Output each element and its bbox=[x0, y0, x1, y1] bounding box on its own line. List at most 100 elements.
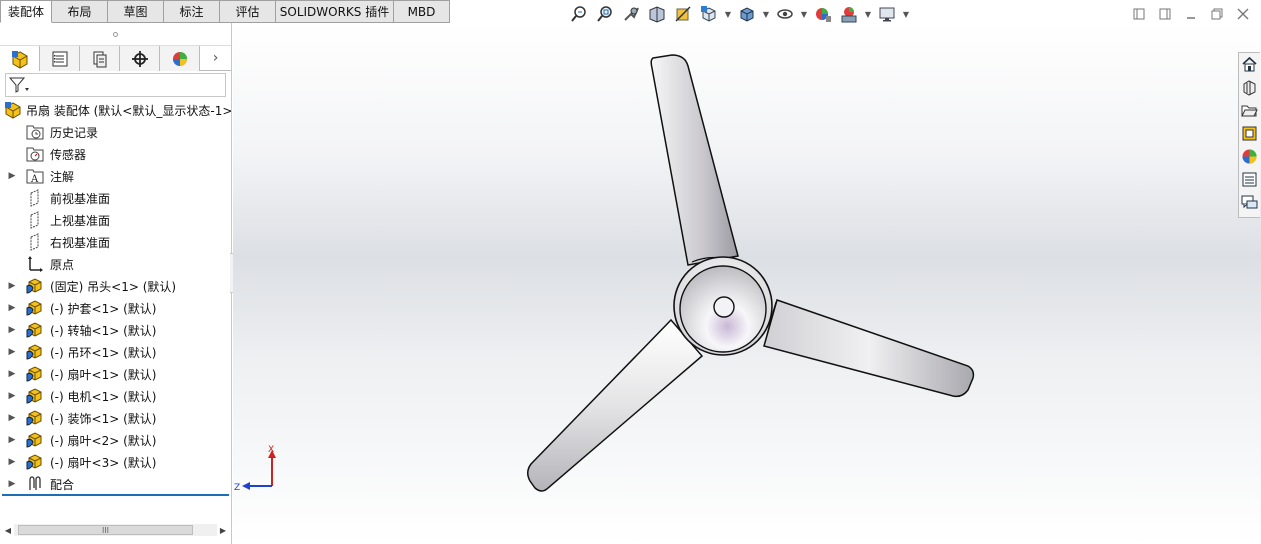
rollback-bar[interactable] bbox=[2, 494, 229, 496]
scroll-left-icon[interactable]: ◀ bbox=[2, 523, 14, 537]
restore-left-icon[interactable] bbox=[1131, 6, 1147, 22]
restore-right-icon[interactable] bbox=[1157, 6, 1173, 22]
tree-item[interactable]: ▶ (-) 扇叶<2> (默认) bbox=[0, 429, 231, 451]
forum-icon[interactable] bbox=[1239, 191, 1260, 214]
assembly-icon bbox=[4, 101, 22, 119]
minimize-icon[interactable] bbox=[1183, 6, 1199, 22]
tab-layout[interactable]: 布局 bbox=[52, 0, 108, 23]
custom-properties-icon[interactable] bbox=[1239, 168, 1260, 191]
tree-item[interactable]: 上视基准面 bbox=[0, 209, 231, 231]
expand-arrow-icon[interactable]: ▶ bbox=[7, 363, 17, 385]
expand-arrow-icon[interactable]: ▶ bbox=[7, 473, 17, 495]
tab-markup[interactable]: 标注 bbox=[164, 0, 220, 23]
plane-icon bbox=[26, 211, 44, 229]
appearances-icon[interactable] bbox=[1239, 145, 1260, 168]
triad-z-label: Z bbox=[234, 483, 240, 493]
dimxpertmanager-icon[interactable] bbox=[120, 46, 160, 71]
panel-grip[interactable] bbox=[0, 23, 231, 45]
tab-evaluate[interactable]: 评估 bbox=[220, 0, 276, 23]
expand-arrow-icon[interactable]: ▶ bbox=[7, 275, 17, 297]
section-view-icon[interactable] bbox=[646, 4, 668, 24]
chevron-right-icon[interactable]: › bbox=[200, 46, 231, 70]
scroll-track[interactable]: III bbox=[14, 524, 217, 536]
tree-item[interactable]: ▶ A 注解 bbox=[0, 165, 231, 187]
tree-item-label: 配合 bbox=[50, 477, 75, 492]
chevron-down-icon[interactable]: ▼ bbox=[800, 4, 808, 24]
tree-item[interactable]: ▶ (-) 装饰<1> (默认) bbox=[0, 407, 231, 429]
design-library-icon[interactable] bbox=[1239, 76, 1260, 99]
plane-icon bbox=[26, 233, 44, 251]
tree-item[interactable]: ▶ (-) 护套<1> (默认) bbox=[0, 297, 231, 319]
zoom-to-fit-icon[interactable] bbox=[568, 4, 590, 24]
tree-item[interactable]: 原点 bbox=[0, 253, 231, 275]
scroll-thumb[interactable]: III bbox=[18, 525, 193, 535]
ceiling-fan-model[interactable] bbox=[233, 23, 1261, 544]
graphics-area[interactable]: X Z bbox=[233, 23, 1261, 544]
zoom-to-area-icon[interactable] bbox=[594, 4, 616, 24]
fan-blade-2 bbox=[763, 299, 975, 398]
tree-item[interactable]: 传感器 bbox=[0, 143, 231, 165]
chevron-down-icon[interactable]: ▼ bbox=[724, 4, 732, 24]
filter-icon[interactable] bbox=[8, 76, 30, 94]
part-icon bbox=[26, 343, 44, 361]
expand-arrow-icon[interactable]: ▶ bbox=[7, 385, 17, 407]
tree-item[interactable]: 历史记录 bbox=[0, 121, 231, 143]
view-settings-icon[interactable] bbox=[876, 4, 898, 24]
edit-appearance-icon[interactable] bbox=[812, 4, 834, 24]
featuremanager-icon[interactable] bbox=[0, 46, 40, 71]
tree-item[interactable]: ▶ (固定) 吊头<1> (默认) bbox=[0, 275, 231, 297]
display-style-icon[interactable] bbox=[736, 4, 758, 24]
scroll-right-icon[interactable]: ▶ bbox=[217, 523, 229, 537]
chevron-down-icon[interactable]: ▼ bbox=[864, 4, 872, 24]
maximize-icon[interactable] bbox=[1209, 6, 1225, 22]
part-icon bbox=[26, 431, 44, 449]
tab-assembly[interactable]: 装配体 bbox=[0, 0, 52, 23]
tree-root[interactable]: 吊扇 装配体 (默认<默认_显示状态-1>) bbox=[0, 99, 231, 121]
displaymanager-icon[interactable] bbox=[160, 46, 200, 71]
expand-arrow-icon[interactable]: ▶ bbox=[7, 297, 17, 319]
home-icon[interactable] bbox=[1239, 53, 1260, 76]
tree-item[interactable]: ▶ (-) 扇叶<3> (默认) bbox=[0, 451, 231, 473]
mates-icon bbox=[26, 475, 44, 493]
tree-item-label: 注解 bbox=[50, 169, 75, 184]
horizontal-scrollbar[interactable]: ◀ III ▶ bbox=[2, 523, 229, 537]
tab-mbd[interactable]: MBD bbox=[394, 0, 450, 23]
fan-blade-1 bbox=[650, 54, 739, 266]
tree-item[interactable]: ▶ 配合 bbox=[0, 473, 231, 495]
tree-item[interactable]: ▶ (-) 吊环<1> (默认) bbox=[0, 341, 231, 363]
expand-arrow-icon[interactable]: ▶ bbox=[7, 451, 17, 473]
file-explorer-icon[interactable] bbox=[1239, 99, 1260, 122]
chevron-down-icon[interactable]: ▼ bbox=[902, 4, 910, 24]
tree-item-label: 原点 bbox=[50, 257, 75, 272]
view-palette-icon[interactable] bbox=[1239, 122, 1260, 145]
tab-sketch[interactable]: 草图 bbox=[108, 0, 164, 23]
sensor-icon bbox=[26, 145, 44, 163]
plane-icon bbox=[26, 189, 44, 207]
tree-item[interactable]: ▶ (-) 电机<1> (默认) bbox=[0, 385, 231, 407]
part-icon bbox=[26, 409, 44, 427]
propertymanager-icon[interactable] bbox=[40, 46, 80, 71]
view-orientation-icon[interactable] bbox=[698, 4, 720, 24]
fan-blade-3 bbox=[527, 318, 704, 492]
hide-show-items-icon[interactable] bbox=[774, 4, 796, 24]
tree-item[interactable]: 右视基准面 bbox=[0, 231, 231, 253]
tree-item-label: 前视基准面 bbox=[50, 191, 111, 206]
tree-item-label: 传感器 bbox=[50, 147, 87, 162]
tree-item[interactable]: ▶ (-) 转轴<1> (默认) bbox=[0, 319, 231, 341]
tree-item[interactable]: 前视基准面 bbox=[0, 187, 231, 209]
expand-arrow-icon[interactable]: ▶ bbox=[7, 165, 17, 187]
configurationmanager-icon[interactable] bbox=[80, 46, 120, 71]
tree-filter[interactable] bbox=[5, 73, 226, 97]
tab-solidworks-addins[interactable]: SOLIDWORKS 插件 bbox=[276, 0, 394, 23]
chevron-down-icon[interactable]: ▼ bbox=[762, 4, 770, 24]
tree-item[interactable]: ▶ (-) 扇叶<1> (默认) bbox=[0, 363, 231, 385]
dynamic-annotation-view-icon[interactable] bbox=[672, 4, 694, 24]
expand-arrow-icon[interactable]: ▶ bbox=[7, 407, 17, 429]
tree-item-label: (-) 装饰<1> (默认) bbox=[50, 411, 157, 426]
previous-view-icon[interactable] bbox=[620, 4, 642, 24]
close-icon[interactable] bbox=[1235, 6, 1251, 22]
apply-scene-icon[interactable] bbox=[838, 4, 860, 24]
expand-arrow-icon[interactable]: ▶ bbox=[7, 429, 17, 451]
expand-arrow-icon[interactable]: ▶ bbox=[7, 319, 17, 341]
expand-arrow-icon[interactable]: ▶ bbox=[7, 341, 17, 363]
